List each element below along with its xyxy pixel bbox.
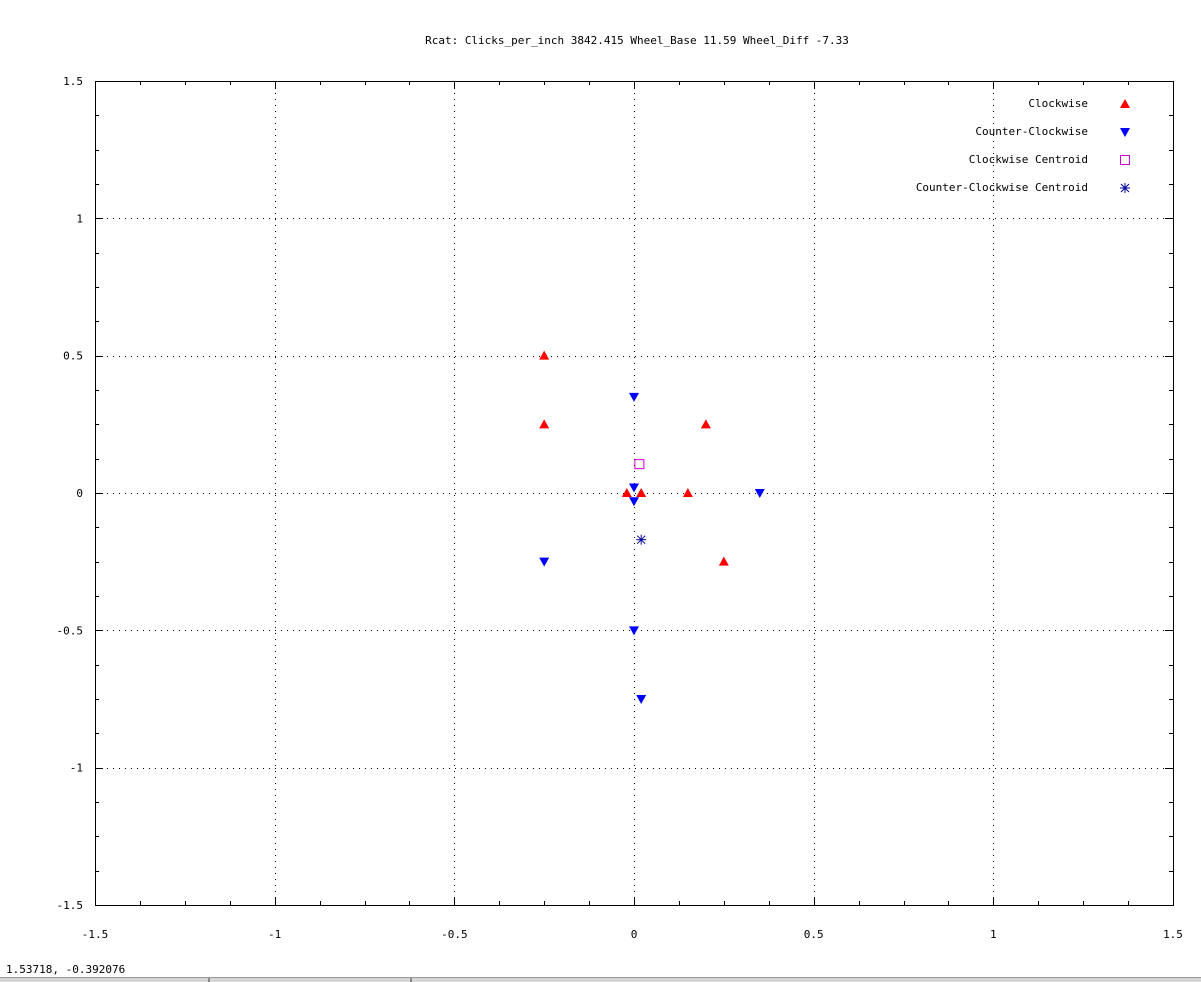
data-point — [634, 459, 645, 470]
data-point — [621, 488, 632, 497]
plot-window: -1.5 -1 -0.5 0 0.5 1 1.5 1.5 1 0.5 0 -0.5 -1 -1.5 Rca… — [0, 0, 1201, 982]
legend-marker — [1120, 128, 1130, 137]
data-point — [718, 556, 729, 566]
data-point — [539, 419, 550, 429]
y-tick-label: -1.5 — [57, 899, 84, 912]
legend-label: Clockwise — [1028, 97, 1088, 110]
x-tick-label: 1 — [990, 928, 997, 941]
y-tick-label: 0 — [76, 487, 83, 500]
data-point — [629, 497, 639, 507]
data-point — [629, 626, 639, 636]
data-point — [636, 488, 647, 497]
data-point — [629, 392, 639, 402]
cursor-coordinates: 1.53718, -0.392076 — [6, 963, 126, 976]
status-bar: 1.53718, -0.392076 — [0, 960, 1201, 982]
status-separator — [208, 978, 210, 982]
scatter-chart[interactable]: -1.5 -1 -0.5 0 0.5 1 1.5 1.5 1 0.5 0 -0.5 -1 -1.5 Rca… — [0, 0, 1201, 960]
status-bar-segments — [0, 977, 1201, 982]
data-point — [539, 557, 550, 567]
series-counter-clockwise-centroid — [636, 534, 647, 545]
x-tick-label: 0 — [631, 928, 638, 941]
legend-label: Counter-Clockwise — [975, 125, 1088, 138]
data-point — [636, 695, 647, 704]
legend-marker — [1120, 155, 1130, 165]
data-point — [700, 419, 711, 429]
data-point — [539, 350, 550, 360]
series-clockwise-centroid — [634, 459, 645, 470]
x-tick-label: 1.5 — [1163, 928, 1183, 941]
chart-title: Rcat: Clicks_per_inch 3842.415 Wheel_Bas… — [425, 34, 849, 47]
series-clockwise — [539, 350, 729, 566]
tick-labels: -1.5 -1 -0.5 0 0.5 1 1.5 1.5 1 0.5 0 -0.5 -1 -1.5 — [57, 75, 1183, 941]
y-tick-label: -0.5 — [57, 624, 84, 637]
grid-lines — [95, 81, 1173, 905]
data-point — [682, 488, 693, 497]
status-separator — [410, 978, 412, 982]
axis-ticks — [95, 81, 1174, 906]
y-tick-label: 1.5 — [63, 75, 83, 88]
legend-marker — [1120, 99, 1130, 108]
y-tick-label: -1 — [70, 762, 83, 775]
series-counter-clockwise — [539, 392, 765, 704]
data-point — [754, 489, 765, 498]
x-tick-label: -1 — [268, 928, 281, 941]
legend: Clockwise Counter-Clockwise Clockwise Cent… — [916, 97, 1130, 194]
x-tick-label: -1.5 — [82, 928, 109, 941]
y-tick-label: 0.5 — [63, 350, 83, 363]
data-points — [539, 350, 765, 704]
x-tick-label: 0.5 — [804, 928, 824, 941]
legend-label: Counter-Clockwise Centroid — [916, 181, 1088, 194]
data-point — [629, 483, 639, 493]
x-tick-label: -0.5 — [441, 928, 468, 941]
legend-label: Clockwise Centroid — [969, 153, 1088, 166]
y-tick-label: 1 — [76, 212, 83, 225]
